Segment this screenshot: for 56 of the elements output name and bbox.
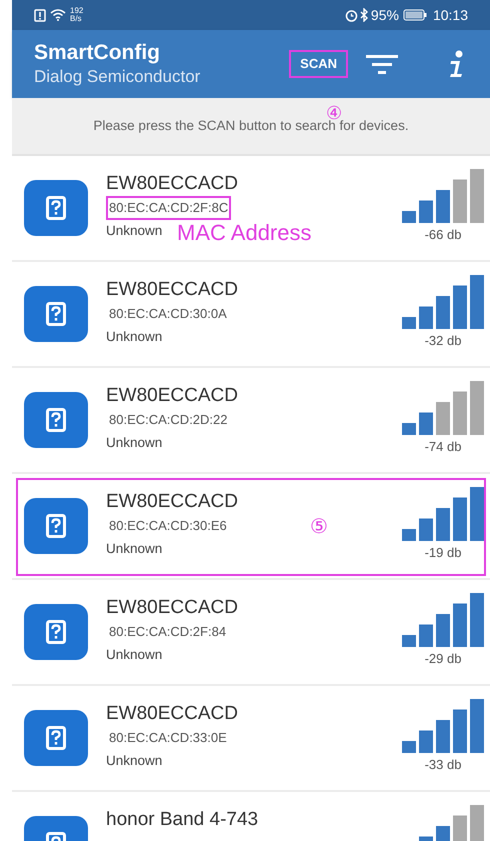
mac-address: 80:EC:CA:CD:2F:8C (106, 196, 232, 220)
device-type: Unknown (106, 222, 162, 240)
clock-time: 10:13 (432, 6, 468, 24)
device-name: EW80ECCACD (106, 490, 239, 514)
wifi-icon (50, 9, 66, 21)
device-name: EW80ECCACD (106, 384, 239, 408)
device-row[interactable]: EW80ECCACD 80:EC:CA:CD:30:0A Unknown -32 db (12, 262, 490, 368)
unknown-device-icon (24, 604, 88, 660)
device-type: Unknown (106, 752, 162, 770)
signal-reading: -66 db (424, 226, 462, 244)
empty-signal-bars (453, 805, 484, 841)
signal-reading: -19 db (424, 544, 462, 562)
device-name: EW80ECCACD (106, 278, 239, 302)
bluetooth-icon (360, 8, 369, 22)
signal-reading: -33 db (424, 756, 462, 774)
unknown-device-icon (24, 498, 88, 554)
device-name: EW80ECCACD (106, 596, 239, 620)
device-type: Unknown (106, 646, 162, 664)
signal-reading: -29 db (424, 650, 462, 668)
device-type: Unknown (106, 328, 162, 346)
battery-percentage: 95% (370, 6, 399, 24)
app-title: SmartConfig (34, 40, 161, 66)
mac-address: 80:EC:CA:CD:2F:84 (108, 623, 228, 641)
app-subtitle: Dialog Semiconductor (34, 66, 200, 88)
battery-icon (402, 9, 427, 21)
annotation-label: MAC Address (177, 219, 312, 247)
sim-alert-icon (34, 8, 46, 22)
device-name: EW80ECCACD (106, 702, 239, 726)
scan-button[interactable]: SCAN (289, 50, 348, 78)
mac-address: 80:EC:CA:CD:33:0E (108, 729, 228, 747)
mac-address: 80:EC:CA:CD:30:0A (108, 305, 228, 323)
network-speed-value: 192 (70, 7, 84, 15)
signal-reading: -74 db (424, 438, 462, 456)
empty-signal-bars (453, 169, 484, 223)
mac-address: 80:EC:CA:CD:2D:22 (108, 411, 228, 429)
unknown-device-icon (24, 286, 88, 342)
device-row[interactable]: EW80ECCACD 80:EC:CA:CD:30:E6 Unknown ⑤ -19 db (12, 474, 490, 580)
device-row[interactable]: EW80ECCACD 80:EC:CA:CD:2D:22 Unknown -74 db (12, 368, 490, 474)
device-row[interactable]: EW80ECCACD 80:EC:CA:CD:2F:8C Unknown MAC Address -66 db (12, 156, 490, 262)
device-row[interactable]: EW80ECCACD 80:EC:CA:CD:33:0E Unknown -33 db (12, 686, 490, 792)
device-row[interactable]: honor Band 4-743 (12, 792, 490, 841)
device-name: EW80ECCACD (106, 172, 239, 196)
unknown-device-icon (24, 392, 88, 448)
device-type: Unknown (106, 540, 162, 558)
mac-address: 80:EC:CA:CD:30:E6 (108, 517, 228, 535)
network-speed-unit: B/s (70, 15, 83, 23)
device-type: Unknown (106, 434, 162, 452)
alarm-icon (344, 8, 358, 22)
unknown-device-icon (24, 180, 88, 236)
signal-reading: -32 db (424, 332, 462, 350)
empty-signal-bars (436, 381, 484, 435)
device-name: honor Band 4-743 (106, 808, 260, 832)
device-row[interactable]: EW80ECCACD 80:EC:CA:CD:2F:84 Unknown -29 db (12, 580, 490, 686)
filter-icon[interactable] (366, 53, 398, 75)
annotation-label: ⑤ (310, 515, 328, 540)
unknown-device-icon (24, 710, 88, 766)
